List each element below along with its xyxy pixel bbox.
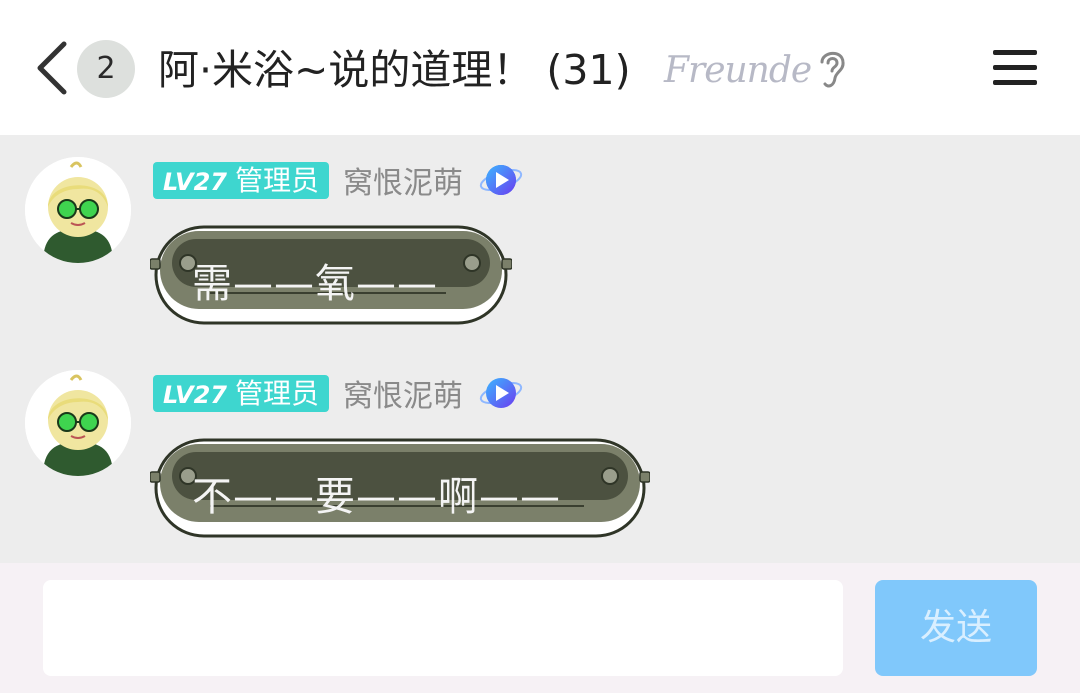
role-label: 管理员 xyxy=(234,376,319,410)
message-text: 需——氧—— xyxy=(192,261,438,307)
level-label: LV27 xyxy=(163,380,227,409)
vip-play-icon xyxy=(479,378,523,408)
page-title: 阿·米浴~说的道理！ (31) xyxy=(158,46,631,94)
avatar-image-icon xyxy=(25,370,131,476)
level-label: LV27 xyxy=(163,167,227,196)
unread-count-badge[interactable]: 2 xyxy=(77,40,135,98)
chevron-left-icon[interactable] xyxy=(30,38,74,98)
message-bubble[interactable]: 需——氧—— xyxy=(150,225,512,325)
role-label: 管理员 xyxy=(234,163,319,197)
sender-name[interactable]: 窝恨泥萌 xyxy=(343,371,463,415)
chat-header: 2 阿·米浴~说的道理！ (31) Freunde xyxy=(0,0,1080,135)
level-role-tag: LV27 管理员 xyxy=(153,374,329,412)
message-meta: LV27 管理员 窝恨泥萌 xyxy=(153,158,523,201)
avatar-image-icon xyxy=(25,157,131,263)
sender-name[interactable]: 窝恨泥萌 xyxy=(343,158,463,202)
ear-icon[interactable] xyxy=(815,46,849,92)
message-text: 不——要——啊—— xyxy=(192,474,561,520)
level-role-tag: LV27 管理员 xyxy=(153,161,329,199)
message-bubble[interactable]: 不——要——啊—— xyxy=(150,438,650,538)
hamburger-menu-icon[interactable] xyxy=(990,46,1040,90)
avatar[interactable] xyxy=(25,370,131,476)
send-button[interactable]: 发送 xyxy=(875,580,1037,676)
input-bar: 发送 xyxy=(0,563,1080,693)
message-meta: LV27 管理员 窝恨泥萌 xyxy=(153,371,523,414)
message-input[interactable] xyxy=(43,580,843,676)
group-badge-logo: Freunde xyxy=(664,50,812,91)
vip-play-icon xyxy=(479,165,523,195)
avatar[interactable] xyxy=(25,157,131,263)
